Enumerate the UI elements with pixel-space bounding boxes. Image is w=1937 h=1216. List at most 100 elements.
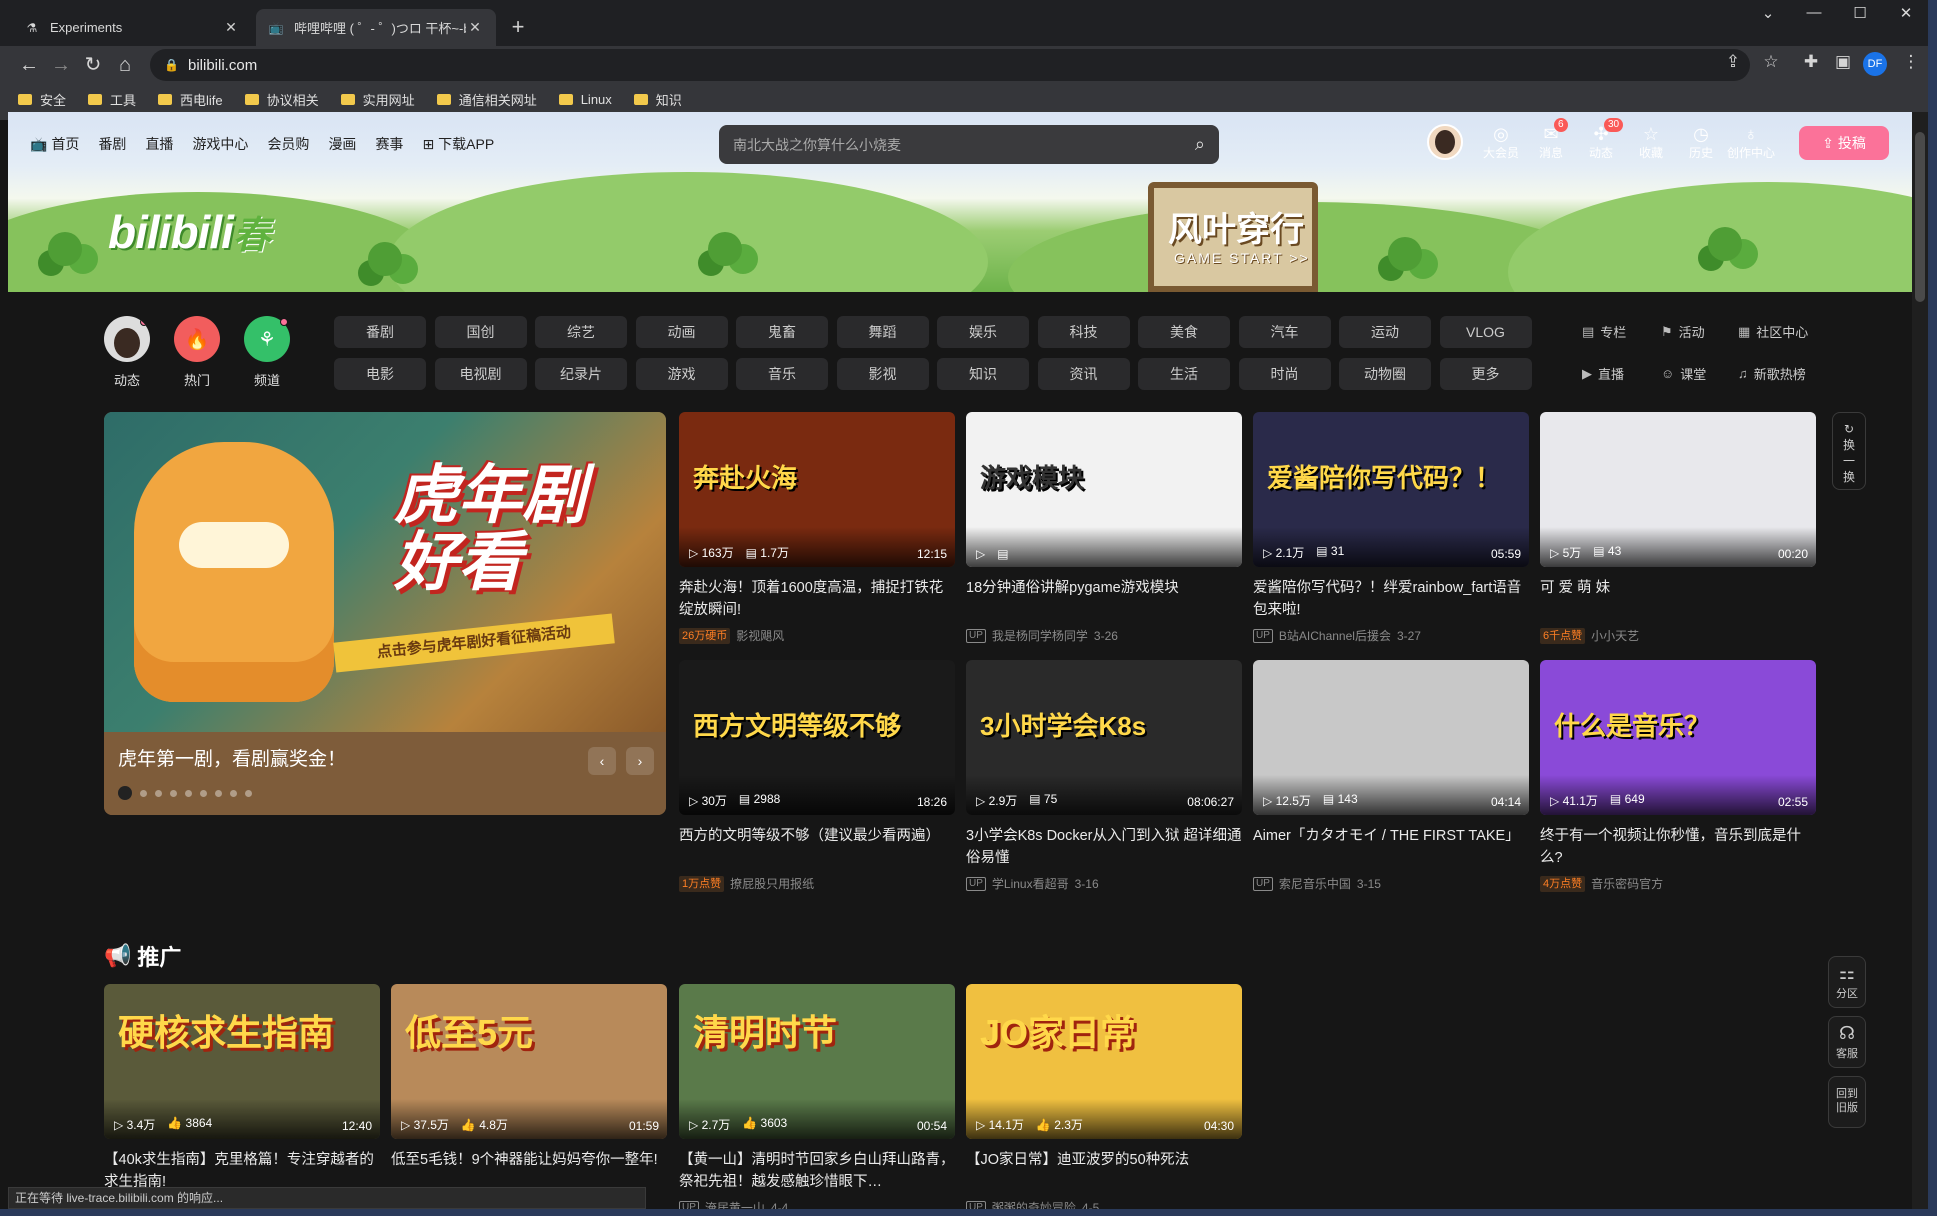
- float-service-button[interactable]: ☊ 客服: [1828, 1016, 1866, 1068]
- browser-tab-experiments[interactable]: ⚗ Experiments ✕: [12, 9, 252, 46]
- header-creator-center[interactable]: ♁ 创作中心: [1726, 124, 1776, 161]
- reload-icon[interactable]: ↻: [78, 50, 108, 80]
- side-link-music-chart[interactable]: ♫ 新歌热榜: [1738, 364, 1806, 383]
- video-author[interactable]: 影视飓风: [736, 627, 784, 644]
- float-old-version-button[interactable]: 回到旧版: [1828, 1076, 1866, 1128]
- minimize-button[interactable]: —: [1791, 4, 1837, 22]
- bookmark-folder[interactable]: 实用网址: [340, 90, 415, 109]
- channel-chip[interactable]: 动画: [635, 316, 728, 348]
- carousel-dot[interactable]: [185, 789, 192, 797]
- video-author[interactable]: 我是杨同学杨同学: [992, 627, 1088, 644]
- channel-chip[interactable]: 舞蹈: [836, 316, 929, 348]
- bookmark-folder[interactable]: 工具: [88, 90, 136, 109]
- bookmark-folder[interactable]: 西电life: [158, 90, 223, 109]
- channel-chip[interactable]: 番剧: [334, 316, 426, 348]
- video-thumbnail[interactable]: 游戏模块 ▷ ▤: [966, 412, 1242, 567]
- channel-chip[interactable]: 纪录片: [535, 358, 627, 390]
- header-favorites[interactable]: ☆ 收藏: [1626, 124, 1676, 161]
- bookmark-folder[interactable]: 通信相关网址: [436, 90, 537, 109]
- video-thumbnail[interactable]: 什么是音乐？ ▷ 41.1万 ▤ 649 02:55: [1540, 660, 1816, 815]
- video-thumbnail[interactable]: 奔赴火海 ▷ 163万 ▤ 1.7万 12:15: [679, 412, 955, 567]
- channel-chip[interactable]: 时尚: [1238, 358, 1331, 390]
- channel-chip[interactable]: 电影: [334, 358, 426, 390]
- video-author[interactable]: 音乐密码官方: [1591, 875, 1663, 892]
- header-history[interactable]: ◷ 历史: [1676, 124, 1726, 161]
- video-title[interactable]: Aimer「カタオモイ / THE FIRST TAKE」: [1253, 825, 1529, 869]
- scrollbar-thumb[interactable]: [1915, 132, 1925, 302]
- side-link-community[interactable]: ▦ 社区中心: [1738, 322, 1808, 341]
- nav-mall[interactable]: 会员购: [267, 134, 309, 154]
- nav-game-center[interactable]: 游戏中心: [192, 134, 248, 154]
- video-card[interactable]: 西方文明等级不够 ▷ 30万 ▤ 2988 18:26 西方的文明等级不够（建议最少看两…: [679, 660, 955, 892]
- sidepanel-icon[interactable]: ▣: [1830, 52, 1856, 72]
- channel-chip[interactable]: 电视剧: [434, 358, 527, 390]
- video-title[interactable]: 可 爱 萌 妹: [1540, 577, 1816, 621]
- channel-channels[interactable]: ⚘ 频道: [239, 316, 295, 389]
- search-box[interactable]: 南北大战之你算什么小烧麦 ⌕: [719, 125, 1219, 164]
- video-author[interactable]: 索尼音乐中国: [1279, 875, 1351, 892]
- nav-download-app[interactable]: ⊞ 下载APP: [422, 134, 494, 154]
- video-title[interactable]: 3小学会K8s Docker从入门到入狱 超详细通俗易懂: [966, 825, 1242, 869]
- promo-thumbnail[interactable]: 硬核求生指南 ▷ 3.4万 👍 3864 12:40: [104, 984, 380, 1139]
- carousel-dot[interactable]: [118, 786, 132, 800]
- promo-card[interactable]: 低至5元 ▷ 37.5万 👍 4.8万 01:59 低至5毛钱！9个神器能让妈妈夸你一整…: [391, 984, 667, 1193]
- video-title[interactable]: 西方的文明等级不够（建议最少看两遍）: [679, 825, 955, 869]
- tab-search-icon[interactable]: ⌄: [1745, 4, 1791, 22]
- channel-chip[interactable]: 更多: [1439, 358, 1532, 390]
- video-thumbnail[interactable]: ▷ 12.5万 ▤ 143 04:14: [1253, 660, 1529, 815]
- browser-tab-bilibili[interactable]: 📺 哔哩哔哩 ( ゜- ゜)つロ 干杯~-bilibili ✕: [256, 9, 496, 46]
- share-icon[interactable]: ⇪: [1720, 52, 1746, 72]
- search-input[interactable]: 南北大战之你算什么小烧麦: [733, 135, 1195, 155]
- profile-avatar[interactable]: DF: [1863, 52, 1887, 76]
- close-tab-icon[interactable]: ✕: [466, 19, 484, 36]
- channel-chip[interactable]: 游戏: [635, 358, 728, 390]
- channel-chip[interactable]: 生活: [1138, 358, 1230, 390]
- channel-chip[interactable]: 资讯: [1037, 358, 1130, 390]
- channel-hot[interactable]: 🔥 热门: [169, 316, 225, 389]
- forward-icon[interactable]: →: [46, 50, 76, 80]
- channel-chip[interactable]: VLOG: [1439, 316, 1532, 348]
- video-title[interactable]: 奔赴火海！顶着1600度高温，捕捉打铁花绽放瞬间!: [679, 577, 955, 621]
- home-icon[interactable]: ⌂: [110, 50, 140, 80]
- carousel-next-button[interactable]: ›: [626, 747, 654, 775]
- video-title[interactable]: 爱酱陪你写代码？！绊爱rainbow_fart语音包来啦!: [1253, 577, 1529, 621]
- promo-title[interactable]: 【黄一山】清明时节回家乡白山拜山路青，祭祀先祖！越发感触珍惜眼下…: [679, 1149, 955, 1193]
- address-bar[interactable]: 🔒 bilibili.com: [150, 49, 1750, 81]
- carousel-dot[interactable]: [155, 789, 162, 797]
- video-card[interactable]: ▷ 12.5万 ▤ 143 04:14 Aimer「カタオモイ / THE FIRST…: [1253, 660, 1529, 892]
- channel-chip[interactable]: 综艺: [535, 316, 627, 348]
- carousel-image[interactable]: 虎年剧好看 点击参与虎年剧好看征稿活动: [104, 412, 666, 732]
- channel-chip[interactable]: 娱乐: [937, 316, 1029, 348]
- channel-chip[interactable]: 运动: [1339, 316, 1431, 348]
- back-icon[interactable]: ←: [14, 50, 44, 80]
- video-thumbnail[interactable]: 爱酱陪你写代码？！ ▷ 2.1万 ▤ 31 05:59: [1253, 412, 1529, 567]
- carousel-dot[interactable]: [200, 789, 207, 797]
- nav-manga[interactable]: 漫画: [328, 134, 356, 154]
- channel-chip[interactable]: 美食: [1138, 316, 1230, 348]
- menu-icon[interactable]: ⋮: [1898, 52, 1924, 72]
- bookmark-folder[interactable]: 安全: [18, 90, 66, 109]
- video-author[interactable]: 撩屁股只用报纸: [730, 875, 814, 892]
- close-tab-icon[interactable]: ✕: [222, 19, 240, 36]
- nav-bangumi[interactable]: 番剧: [98, 134, 126, 154]
- side-link-live[interactable]: ▶ 直播: [1582, 364, 1624, 383]
- video-card[interactable]: 爱酱陪你写代码？！ ▷ 2.1万 ▤ 31 05:59 爱酱陪你写代码？！绊爱rainb…: [1253, 412, 1529, 644]
- nav-live[interactable]: 直播: [145, 134, 173, 154]
- video-title[interactable]: 18分钟通俗讲解pygame游戏模块: [966, 577, 1242, 621]
- bookmark-folder[interactable]: 知识: [633, 90, 682, 109]
- video-thumbnail[interactable]: 3小时学会K8s ▷ 2.9万 ▤ 75 08:06:27: [966, 660, 1242, 815]
- video-card[interactable]: 3小时学会K8s ▷ 2.9万 ▤ 75 08:06:27 3小学会K8s Docker…: [966, 660, 1242, 892]
- channel-dynamic[interactable]: 动态: [99, 316, 155, 389]
- promo-thumbnail[interactable]: 清明时节 ▷ 2.7万 👍 3603 00:54: [679, 984, 955, 1139]
- side-link-activity[interactable]: ⚑ 活动: [1661, 322, 1705, 341]
- channel-chip[interactable]: 知识: [937, 358, 1029, 390]
- video-card[interactable]: ▷ 5万 ▤ 43 00:20 可 爱 萌 妹 6千点赞 小小天艺: [1540, 412, 1816, 644]
- channel-chip[interactable]: 影视: [836, 358, 929, 390]
- page-scrollbar[interactable]: [1912, 112, 1928, 1212]
- header-dynamic[interactable]: ✣ 30 动态: [1576, 118, 1626, 161]
- bookmark-folder[interactable]: 协议相关: [244, 90, 319, 109]
- video-author[interactable]: B站AIChannel后援会: [1279, 627, 1391, 644]
- carousel-dot[interactable]: [215, 789, 222, 797]
- video-author[interactable]: 小小天艺: [1591, 627, 1639, 644]
- video-card[interactable]: 奔赴火海 ▷ 163万 ▤ 1.7万 12:15 奔赴火海！顶着1600度高温，捕捉打铁…: [679, 412, 955, 644]
